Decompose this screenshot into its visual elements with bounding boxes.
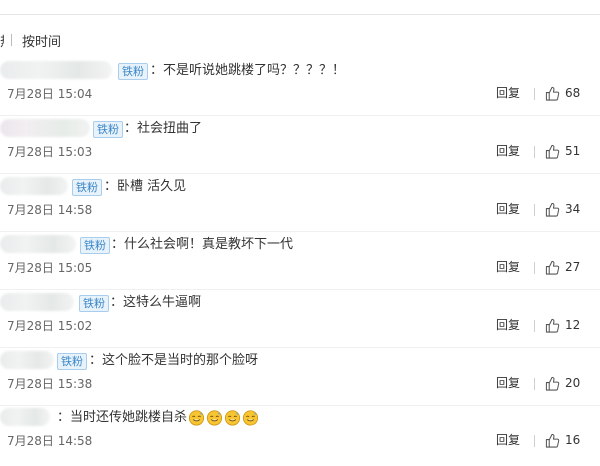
emoji-row [188, 409, 259, 426]
fan-badge: 铁粉 [80, 237, 110, 254]
like-button[interactable]: 16 [545, 431, 580, 449]
reply-button[interactable]: 回复 [496, 375, 520, 392]
comment-timestamp: 7月28日 15:05 [7, 261, 93, 275]
comment-item: ：当时还传她跳楼自杀 7月28日 14:58 回复 16 [0, 408, 600, 466]
row-divider [0, 231, 600, 232]
comment-timestamp: 7月28日 15:03 [7, 145, 93, 159]
comment-item: 铁粉 ：不是听说她跳楼了吗？？？？！ 7月28日 15:04 回复 68 [0, 61, 600, 119]
like-button[interactable]: 34 [545, 200, 580, 218]
action-separator [534, 320, 535, 332]
fan-badge: 铁粉 [79, 295, 109, 312]
doge-sweat-emoji [242, 410, 259, 426]
like-count: 20 [565, 376, 581, 390]
comment-item: 铁粉 ：社会扭曲了 7月28日 15:03 回复 51 [0, 119, 600, 177]
sort-by-hot-tab[interactable]: 热度 [0, 31, 4, 50]
reply-button[interactable]: 回复 [496, 259, 520, 276]
sort-separator [11, 34, 12, 46]
comment-text: ：社会扭曲了 [124, 121, 203, 136]
sort-bar: 热度 按时间 [0, 30, 61, 50]
thumbs-up-icon [545, 144, 560, 159]
like-count: 16 [565, 433, 581, 447]
comment-text: ：当时还传她跳楼自杀 [57, 408, 259, 427]
like-button[interactable]: 68 [545, 84, 580, 102]
like-count: 34 [565, 202, 581, 216]
doge-sweat-emoji [188, 410, 205, 426]
blurred-username [0, 119, 90, 137]
reply-button[interactable]: 回复 [496, 317, 520, 334]
comment-text: ：这个脸不是当时的那个脸呀 [89, 353, 259, 368]
action-separator [534, 435, 535, 447]
comment-timestamp: 7月28日 15:02 [7, 319, 93, 333]
comment-text: ：卧槽 活久见 [104, 179, 187, 194]
row-divider [0, 289, 600, 290]
action-separator [534, 204, 535, 216]
like-button[interactable]: 20 [545, 374, 580, 392]
comment-timestamp: 7月28日 15:38 [7, 377, 93, 391]
reply-button[interactable]: 回复 [496, 143, 520, 160]
action-separator [534, 146, 535, 158]
row-divider [0, 115, 600, 116]
comment-timestamp: 7月28日 14:58 [7, 203, 93, 217]
fan-badge: 铁粉 [118, 63, 148, 80]
fan-badge: 铁粉 [93, 121, 123, 138]
thumbs-up-icon [545, 202, 560, 217]
blurred-username [0, 408, 50, 426]
like-button[interactable]: 27 [545, 258, 580, 276]
blurred-username [0, 177, 68, 195]
sort-by-time-tab[interactable]: 按时间 [22, 31, 61, 50]
like-button[interactable]: 51 [545, 142, 580, 160]
row-divider [0, 405, 600, 406]
comment-item: 铁粉 ：卧槽 活久见 7月28日 14:58 回复 34 [0, 177, 600, 235]
comment-item: 铁粉 ：这个脸不是当时的那个脸呀 7月28日 15:38 回复 20 [0, 351, 600, 409]
like-count: 27 [565, 260, 581, 274]
comment-timestamp: 7月28日 15:04 [7, 87, 93, 101]
like-button[interactable]: 12 [545, 316, 580, 334]
action-separator [534, 378, 535, 390]
like-count: 68 [565, 86, 581, 100]
like-count: 51 [565, 144, 581, 158]
fan-badge: 铁粉 [72, 179, 102, 196]
thumbs-up-icon [545, 260, 560, 275]
reply-button[interactable]: 回复 [496, 85, 520, 102]
row-divider [0, 173, 600, 174]
comment-item: 铁粉 ：这特么牛逼啊 7月28日 15:02 回复 12 [0, 293, 600, 351]
thumbs-up-icon [545, 376, 560, 391]
action-separator [534, 88, 535, 100]
doge-sweat-emoji [206, 410, 223, 426]
blurred-username [0, 351, 54, 369]
blurred-username [0, 61, 112, 79]
comment-text: ：这特么牛逼啊 [110, 295, 202, 310]
doge-sweat-emoji [224, 410, 241, 426]
fan-badge: 铁粉 [57, 353, 87, 370]
comment-text: ：不是听说她跳楼了吗？？？？！ [150, 63, 346, 78]
reply-button[interactable]: 回复 [496, 432, 520, 449]
like-count: 12 [565, 318, 581, 332]
thumbs-up-icon [545, 433, 560, 448]
thumbs-up-icon [545, 86, 560, 101]
top-divider [0, 14, 600, 15]
blurred-username [0, 293, 74, 311]
thumbs-up-icon [545, 318, 560, 333]
reply-button[interactable]: 回复 [496, 201, 520, 218]
comment-timestamp: 7月28日 14:58 [7, 434, 93, 448]
blurred-username [0, 235, 76, 253]
action-separator [534, 262, 535, 274]
row-divider [0, 347, 600, 348]
comment-item: 铁粉 ：什么社会啊！真是教坏下一代 7月28日 15:05 回复 27 [0, 235, 600, 293]
comment-text: ：什么社会啊！真是教坏下一代 [111, 237, 294, 252]
